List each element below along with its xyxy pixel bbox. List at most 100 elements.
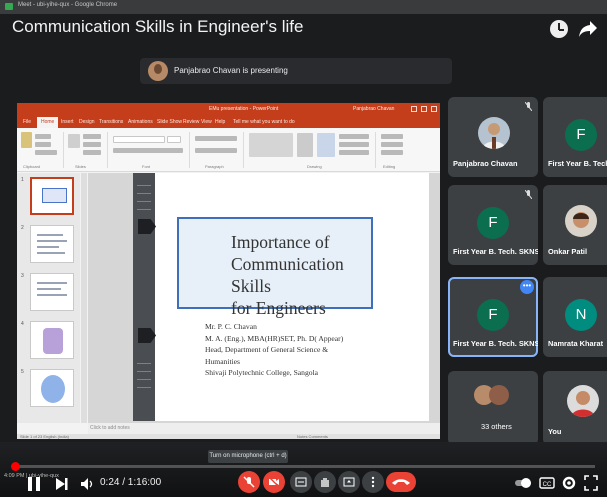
share-icon[interactable] bbox=[577, 17, 599, 39]
thumb-diagram bbox=[41, 375, 65, 403]
presenter-avatar bbox=[148, 61, 168, 81]
ppt-tab-review[interactable]: Review bbox=[183, 119, 199, 125]
video-title[interactable]: Communication Skills in Engineer's life bbox=[12, 17, 303, 37]
participant-tile[interactable]: F First Year B. Tech. SKNS... bbox=[448, 185, 538, 265]
volume-icon[interactable] bbox=[80, 477, 94, 491]
participant-photo bbox=[489, 385, 509, 405]
participant-avatar-letter: F bbox=[477, 299, 509, 331]
ppt-tab-help[interactable]: Help bbox=[215, 119, 225, 125]
slide-thumbnail[interactable] bbox=[30, 225, 74, 263]
ppt-tab-insert[interactable]: Insert bbox=[61, 119, 74, 125]
status-right-controls[interactable]: Notes Comments bbox=[297, 434, 328, 439]
ppt-tab-design[interactable]: Design bbox=[79, 119, 95, 125]
raise-hand-icon bbox=[321, 478, 329, 487]
video-progress-bar[interactable] bbox=[12, 465, 595, 468]
ppt-tab-transitions[interactable]: Transitions bbox=[99, 119, 123, 125]
settings-icon[interactable] bbox=[560, 474, 578, 492]
ppt-tell-me-search[interactable]: Tell me what you want to do bbox=[233, 119, 295, 125]
participant-avatar-letter: F bbox=[477, 207, 509, 239]
present-icon bbox=[343, 477, 355, 487]
fullscreen-icon[interactable] bbox=[583, 474, 599, 492]
ppt-tab-slide-show[interactable]: Slide Show bbox=[157, 119, 182, 125]
paragraph-controls[interactable] bbox=[195, 136, 237, 141]
notes-pane[interactable]: Click to add notes bbox=[88, 423, 440, 434]
decoration-line bbox=[137, 201, 151, 202]
ppt-minimize-button[interactable] bbox=[411, 106, 417, 112]
ppt-close-button[interactable] bbox=[431, 106, 437, 112]
ppt-tab-home[interactable]: Home bbox=[37, 117, 59, 128]
leave-call-button[interactable] bbox=[386, 472, 416, 492]
shape-outline-control[interactable] bbox=[339, 142, 369, 147]
shapes-gallery[interactable] bbox=[249, 133, 293, 157]
speaker-line: Shivaji Polytechnic College, Sangola bbox=[205, 368, 319, 377]
ribbon-control[interactable] bbox=[35, 142, 51, 147]
presenting-banner: Panjabrao Chavan is presenting bbox=[140, 58, 452, 84]
new-slide-icon[interactable] bbox=[68, 134, 80, 148]
quick-styles-icon[interactable] bbox=[317, 133, 335, 157]
play-pause-icon[interactable] bbox=[26, 476, 42, 492]
ppt-maximize-button[interactable] bbox=[421, 106, 427, 112]
ribbon-group-editing: Editing bbox=[383, 164, 396, 169]
cc-icon[interactable]: CC bbox=[538, 474, 556, 492]
ribbon-control[interactable] bbox=[35, 150, 57, 155]
find-control[interactable] bbox=[381, 134, 403, 139]
mic-toggle-button[interactable] bbox=[238, 471, 260, 493]
mic-off-icon bbox=[525, 190, 532, 199]
decoration-line bbox=[137, 193, 151, 194]
thumb-line bbox=[37, 246, 59, 248]
slide-thumbnail[interactable] bbox=[30, 177, 74, 215]
slide-title-line: for Engineers bbox=[231, 298, 326, 318]
ppt-tab-view[interactable]: View bbox=[201, 119, 212, 125]
arrange-icon[interactable] bbox=[297, 133, 313, 157]
ppt-tab-file[interactable]: File bbox=[23, 119, 31, 125]
more-options-button[interactable] bbox=[362, 471, 384, 493]
shape-effects-control[interactable] bbox=[339, 150, 369, 155]
replace-control[interactable] bbox=[381, 142, 403, 147]
current-slide[interactable]: Importance of Communication Skills for E… bbox=[133, 173, 429, 421]
slide-thumbnail[interactable] bbox=[30, 369, 74, 407]
participant-tile-active[interactable]: ••• F First Year B. Tech. SKNS... bbox=[448, 277, 538, 357]
paste-icon[interactable] bbox=[21, 132, 32, 148]
raise-hand-button[interactable] bbox=[314, 471, 336, 493]
others-tile[interactable]: 33 others bbox=[448, 371, 538, 445]
ppt-title-bar: EMu presentation - PowerPoint Panjabrao … bbox=[17, 103, 440, 116]
slide-thumbnail[interactable] bbox=[30, 273, 74, 311]
font-name-box[interactable] bbox=[113, 136, 165, 143]
slide-thumbnail[interactable] bbox=[30, 321, 74, 359]
thumbnail-scrollbar[interactable] bbox=[81, 173, 87, 423]
ribbon-control[interactable] bbox=[83, 150, 101, 155]
participant-tile[interactable]: Onkar Patil bbox=[543, 185, 607, 265]
ribbon-control[interactable] bbox=[35, 134, 51, 139]
self-tile[interactable]: You bbox=[543, 371, 607, 445]
thumb-number: 2 bbox=[21, 225, 24, 231]
ribbon-control[interactable] bbox=[83, 134, 101, 139]
more-options-icon[interactable]: ••• bbox=[520, 280, 534, 294]
participant-photo bbox=[567, 385, 599, 417]
meet-icon bbox=[5, 3, 13, 10]
shape-fill-control[interactable] bbox=[339, 134, 369, 139]
font-format-controls[interactable] bbox=[113, 148, 183, 153]
ppt-status-bar: Slide 1 of 23 English (India) Notes Comm… bbox=[17, 434, 440, 439]
progress-scrubber[interactable] bbox=[10, 462, 20, 471]
participant-tile[interactable]: N Namrata Kharat bbox=[543, 277, 607, 357]
participant-tile[interactable]: F First Year B. Tech bbox=[543, 97, 607, 177]
next-icon[interactable] bbox=[55, 477, 69, 491]
ppt-tab-animations[interactable]: Animations bbox=[128, 119, 153, 125]
ppt-user-name: Panjabrao Chavan bbox=[353, 106, 395, 112]
font-size-box[interactable] bbox=[167, 136, 181, 143]
paragraph-controls[interactable] bbox=[195, 148, 237, 153]
ribbon-group-font: Font bbox=[142, 164, 151, 169]
autoplay-icon[interactable] bbox=[514, 474, 532, 492]
ribbon-control[interactable] bbox=[83, 142, 101, 147]
participant-name: You bbox=[548, 427, 562, 436]
camera-toggle-button[interactable] bbox=[263, 471, 285, 493]
present-now-button[interactable] bbox=[338, 471, 360, 493]
slide-title: Importance of Communication Skills for E… bbox=[231, 231, 381, 319]
slide-title-box[interactable]: Importance of Communication Skills for E… bbox=[177, 217, 373, 318]
participant-tile[interactable]: Panjabrao Chavan bbox=[448, 97, 538, 177]
select-control[interactable] bbox=[381, 150, 403, 155]
clock-icon[interactable] bbox=[550, 20, 568, 38]
slide-speaker-details[interactable]: Mr. P. C. Chavan M. A. (Eng.), MBA(HR)SE… bbox=[205, 321, 405, 379]
captions-button[interactable] bbox=[290, 471, 312, 493]
participant-photo bbox=[565, 205, 597, 237]
